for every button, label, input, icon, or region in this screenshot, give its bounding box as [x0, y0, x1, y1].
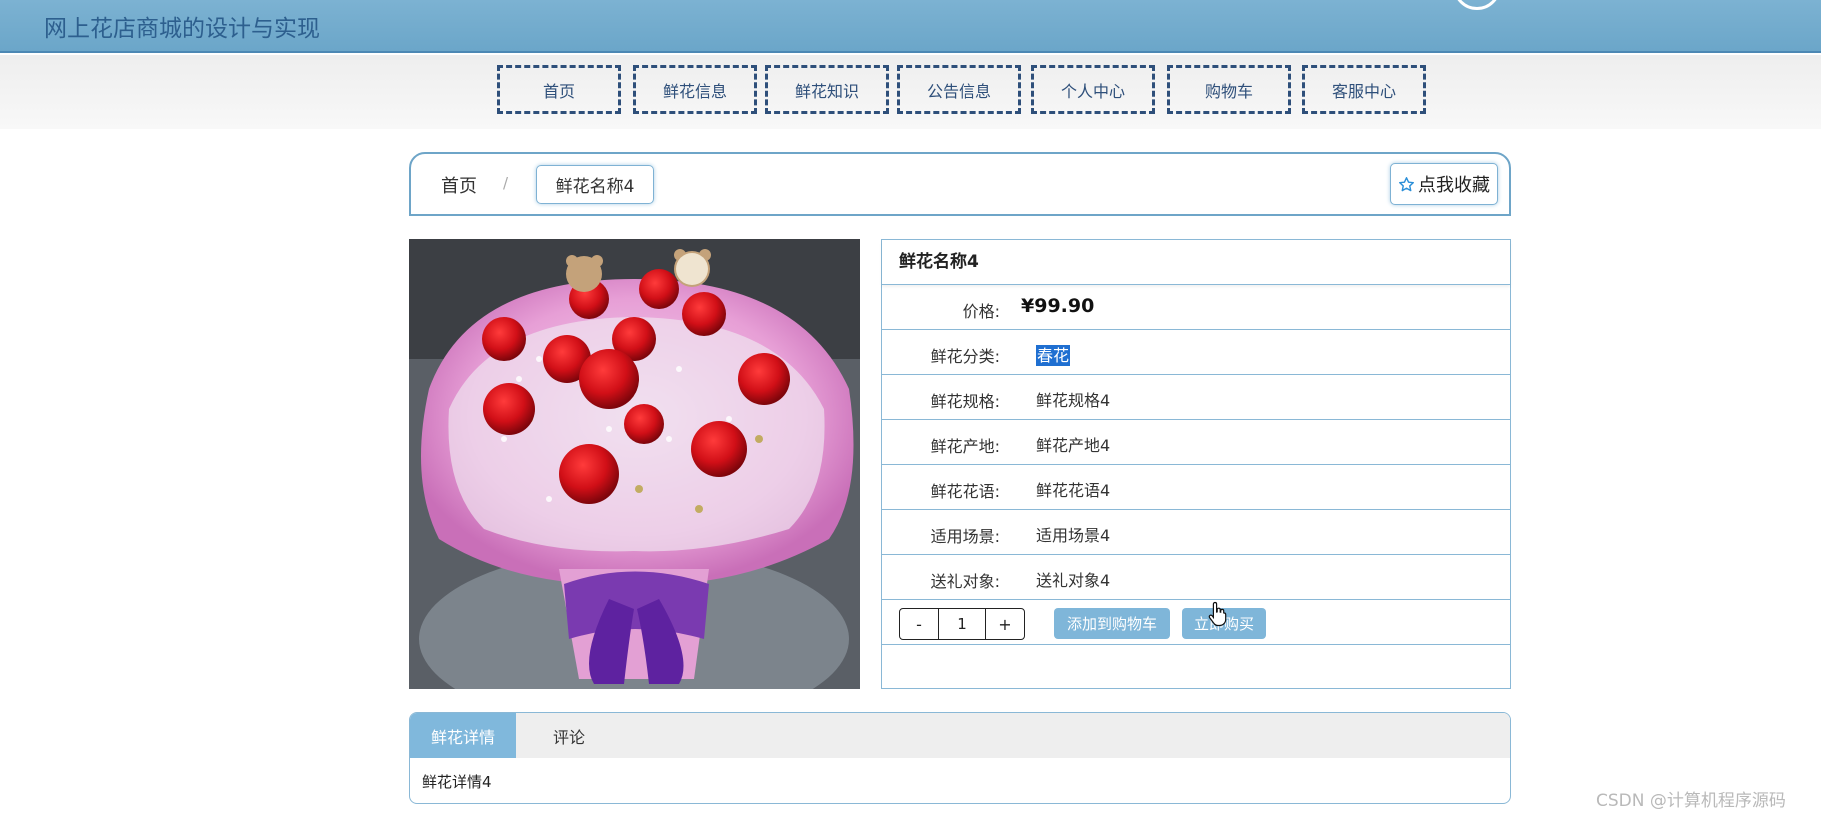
price-row: 价格: ¥99.90 [882, 285, 1510, 330]
purchase-row: - 1 + 添加到购物车 立即购买 [882, 600, 1510, 645]
tab-flower-details[interactable]: 鲜花详情 [410, 713, 516, 758]
quantity-minus-button[interactable]: - [900, 609, 938, 639]
field-value-category: 春花 [1036, 342, 1071, 366]
main-nav: 首页 鲜花信息 鲜花知识 公告信息 个人中心 购物车 客服中心 [0, 55, 1821, 129]
field-value-scene: 适用场景4 [1036, 526, 1111, 545]
price-value: ¥99.90 [1021, 295, 1095, 317]
field-row-recipient: 送礼对象: 送礼对象4 [882, 555, 1510, 600]
field-label: 鲜花产地: [930, 437, 1000, 456]
add-to-cart-button[interactable]: 添加到购物车 [1054, 608, 1170, 639]
field-row-spec: 鲜花规格: 鲜花规格4 [882, 375, 1510, 420]
detail-tabs: 鲜花详情 评论 鲜花详情4 [409, 712, 1511, 804]
field-label: 适用场景: [930, 527, 1000, 546]
hand-cursor-icon [1208, 601, 1227, 627]
product-info-panel: 鲜花名称4 价格: ¥99.90 鲜花分类: 春花 鲜花规格: 鲜花规格4 鲜花… [881, 239, 1511, 689]
field-label: 鲜花规格: [930, 392, 1000, 411]
breadcrumb-current: 鲜花名称4 [536, 165, 654, 204]
field-value-language: 鲜花花语4 [1036, 481, 1111, 500]
nav-item-customer-service[interactable]: 客服中心 [1302, 65, 1426, 114]
field-label: 鲜花分类: [930, 347, 1000, 366]
field-row-origin: 鲜花产地: 鲜花产地4 [882, 420, 1510, 465]
product-image [409, 239, 860, 689]
nav-item-cart[interactable]: 购物车 [1167, 65, 1291, 114]
breadcrumb-separator: / [503, 174, 509, 192]
site-header: 网上花店商城的设计与实现 [0, 0, 1821, 53]
nav-item-home[interactable]: 首页 [497, 65, 621, 114]
selected-text: 春花 [1036, 345, 1071, 366]
field-label: 送礼对象: [930, 572, 1000, 591]
field-value-origin: 鲜花产地4 [1036, 436, 1111, 455]
tab-comments[interactable]: 评论 [516, 713, 622, 758]
breadcrumb: 首页 / 鲜花名称4 点我收藏 [409, 152, 1511, 216]
nav-item-personal-center[interactable]: 个人中心 [1031, 65, 1155, 114]
field-value-spec: 鲜花规格4 [1036, 391, 1111, 410]
field-label: 鲜花花语: [930, 482, 1000, 501]
product-name: 鲜花名称4 [882, 240, 1510, 285]
quantity-stepper: - 1 + [899, 608, 1025, 640]
favorite-button[interactable]: 点我收藏 [1390, 163, 1498, 205]
watermark: CSDN @计算机程序源码 [1596, 791, 1786, 811]
field-row-language: 鲜花花语: 鲜花花语4 [882, 465, 1510, 510]
site-title: 网上花店商城的设计与实现 [44, 16, 320, 42]
tab-bar: 鲜花详情 评论 [410, 713, 1510, 758]
nav-item-flower-info[interactable]: 鲜花信息 [633, 65, 757, 114]
quantity-plus-button[interactable]: + [986, 609, 1024, 639]
quantity-input[interactable]: 1 [938, 609, 986, 639]
field-row-scene: 适用场景: 适用场景4 [882, 510, 1510, 555]
star-outline-icon [1398, 176, 1415, 191]
breadcrumb-home-link[interactable]: 首页 [441, 172, 477, 198]
tab-content: 鲜花详情4 [422, 773, 492, 791]
field-row-category: 鲜花分类: 春花 [882, 330, 1510, 375]
nav-item-flower-knowledge[interactable]: 鲜花知识 [765, 65, 889, 114]
avatar[interactable] [1453, 0, 1501, 10]
favorite-label: 点我收藏 [1418, 175, 1490, 196]
nav-item-announcements[interactable]: 公告信息 [897, 65, 1021, 114]
price-label: 价格: [962, 302, 1000, 321]
field-value-recipient: 送礼对象4 [1036, 571, 1111, 590]
